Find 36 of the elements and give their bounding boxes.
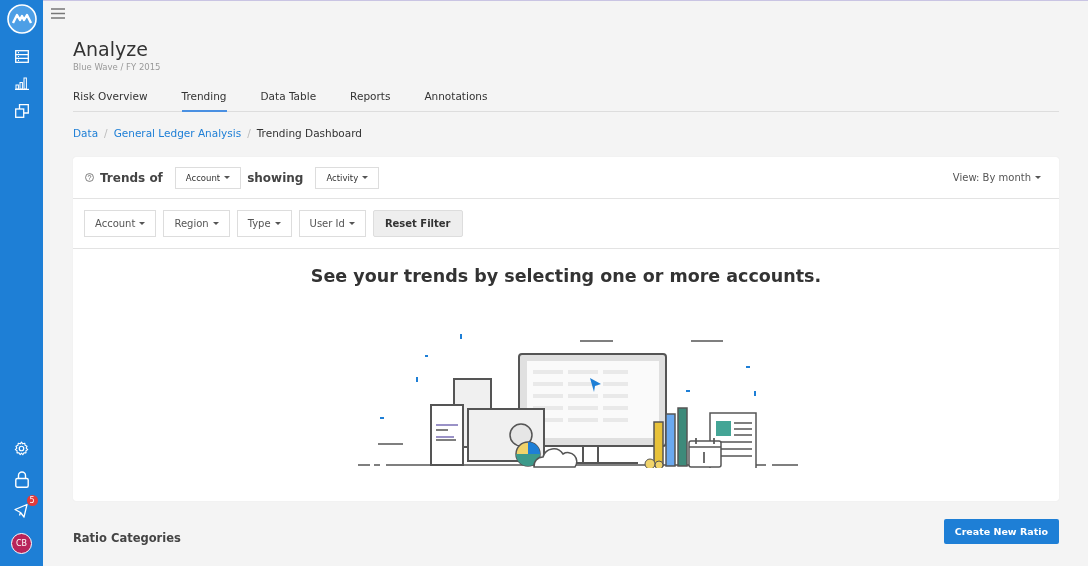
filter-dropdown[interactable]: Region <box>163 210 230 237</box>
tab[interactable]: Reports <box>350 86 391 112</box>
bar-chart-icon[interactable] <box>14 77 29 90</box>
trends-label: Trends of <box>100 170 163 185</box>
lock-icon[interactable] <box>14 471 29 488</box>
create-ratio-button[interactable]: Create New Ratio <box>943 518 1059 544</box>
windows-icon[interactable] <box>14 104 29 118</box>
measure-dropdown[interactable]: Activity <box>315 166 380 189</box>
tab[interactable]: Trending <box>181 86 227 112</box>
showing-label: showing <box>247 170 304 185</box>
reset-filter-button[interactable]: Reset Filter <box>372 210 463 237</box>
logo-icon[interactable] <box>6 4 37 34</box>
breadcrumb-link[interactable]: Data <box>73 127 99 139</box>
settings-icon[interactable] <box>14 441 29 456</box>
menu-icon[interactable] <box>51 8 65 19</box>
view-dropdown[interactable]: View: By month <box>946 171 1047 184</box>
breadcrumb-current: Trending Dashboard <box>256 127 362 139</box>
tab[interactable]: Data Table <box>260 86 317 112</box>
page-subtitle: Blue Wave / FY 2015 <box>73 62 162 72</box>
page-title: Analyze <box>73 37 149 61</box>
tab[interactable]: Annotations <box>424 86 488 112</box>
breadcrumb-separator: / <box>104 127 108 139</box>
filter-dropdown[interactable]: Account <box>84 210 157 237</box>
notification-badge: 5 <box>26 495 38 506</box>
filter-dropdown[interactable]: Type <box>236 210 292 237</box>
breadcrumb-link[interactable]: General Ledger Analysis <box>113 127 242 139</box>
filter-dropdown[interactable]: User Id <box>298 210 366 237</box>
dimension-dropdown[interactable]: Account <box>174 166 242 189</box>
empty-state-message: See your trends by selecting one or more accounts. <box>310 266 822 286</box>
help-icon[interactable] <box>85 173 94 182</box>
user-avatar[interactable]: CB <box>11 533 32 554</box>
section-title: Ratio Categories <box>73 530 181 545</box>
tab[interactable]: Risk Overview <box>73 86 148 112</box>
list-icon[interactable] <box>14 50 29 63</box>
megaphone-icon[interactable] <box>13 503 30 518</box>
breadcrumb-separator: / <box>247 127 251 139</box>
